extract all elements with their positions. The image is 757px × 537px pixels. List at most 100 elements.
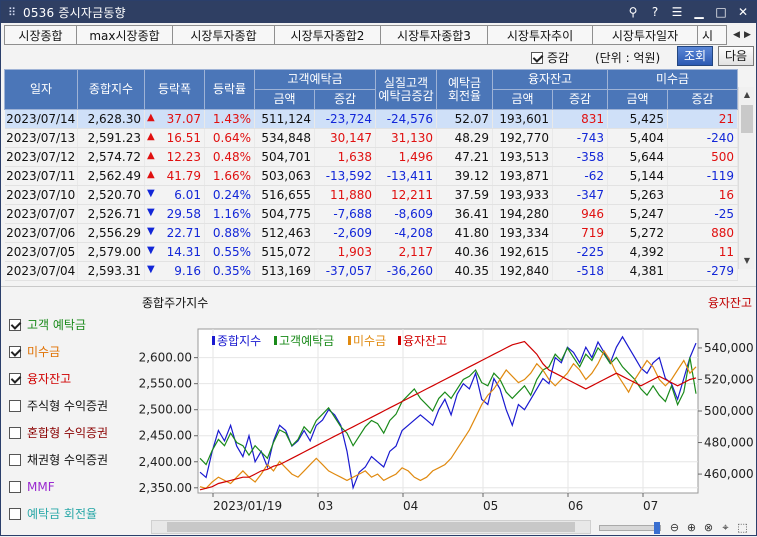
zoom-reset-icon[interactable]: ⊗ (701, 520, 716, 535)
window-grip-icon[interactable]: ⠿ (1, 6, 23, 19)
table-row[interactable]: 2023/07/14 2,628.30 ▲ 37.07 1.43% 511,124 -23,… (4, 109, 739, 129)
col-deposit-amount[interactable]: 금액 (254, 89, 315, 110)
table-row[interactable]: 2023/07/11 2,562.49 ▲ 41.79 1.66% 503,063 -13,… (4, 166, 739, 186)
select-tool-icon[interactable]: ⬚ (735, 520, 750, 535)
col-rate[interactable]: 등락률 (204, 69, 255, 110)
cell-credit-change-value: -347 (576, 188, 605, 202)
cell-real-deposit-value: 1,496 (398, 150, 434, 164)
table-row[interactable]: 2023/07/10 2,520.70 ▼ 6.01 0.24% 516,655 11,88… (4, 185, 739, 205)
query-button[interactable]: 조회 (677, 46, 713, 66)
tab-next-icon[interactable]: ▶ (742, 26, 753, 44)
checkbox-icon[interactable] (9, 399, 21, 412)
series-toggle[interactable]: 미수금 (9, 338, 129, 365)
checkbox-icon[interactable] (9, 480, 21, 493)
zoom-slider[interactable] (599, 521, 661, 534)
table-row[interactable]: 2023/07/12 2,574.72 ▲ 12.23 0.48% 504,701 1,63… (4, 147, 739, 167)
series-toggle[interactable]: 채권형 수익증권 (9, 446, 129, 473)
table-row[interactable]: 2023/07/13 2,591.23 ▲ 16.51 0.64% 534,848 30,1… (4, 128, 739, 148)
table-row[interactable]: 2023/07/05 2,579.00 ▼ 14.31 0.55% 515,072 1,90… (4, 242, 739, 262)
col-index[interactable]: 종합지수 (77, 69, 145, 110)
help-icon[interactable]: ? (646, 3, 664, 21)
scroll-up-icon[interactable]: ▲ (739, 87, 755, 103)
tab-market-summary[interactable]: 시장종합 (4, 25, 76, 45)
col-real-deposit[interactable]: 실질고객 예탁금증감 (375, 69, 438, 110)
cell-change: ▼ 29.58 (144, 204, 205, 224)
pane-divider[interactable] (1, 286, 756, 287)
tab-market-investment-date[interactable]: 시장투자일자 (592, 25, 697, 45)
table-row[interactable]: 2023/07/04 2,593.31 ▼ 9.16 0.35% 513,169 -37,0… (4, 261, 739, 281)
cell-rate: 1.16% (204, 204, 255, 224)
series-toggle[interactable]: 고객 예탁금 (9, 311, 129, 338)
x-tick-label: 07 (643, 499, 658, 513)
tab-market-investment-trend[interactable]: 시장투자추이 (487, 25, 592, 45)
cell-rate: 0.88% (204, 223, 255, 243)
close-icon[interactable]: ✕ (734, 3, 752, 21)
tab-market-investment-summary-2[interactable]: 시장투자종합2 (274, 25, 380, 45)
crosshair-icon[interactable]: ⌖ (718, 520, 733, 535)
col-turnover[interactable]: 예탁금 회전율 (436, 69, 494, 110)
cell-deposit-amount-value: 504,701 (261, 150, 311, 164)
table-scrollbar[interactable]: ▲ ▼ (738, 87, 754, 269)
table-row[interactable]: 2023/07/07 2,526.71 ▼ 29.58 1.16% 504,775 -7,6… (4, 204, 739, 224)
col-unpaid-change[interactable]: 증감 (667, 89, 739, 110)
y-left-tick-label: 2,400.00 (139, 455, 192, 469)
pin-icon[interactable]: ⚲ (624, 3, 642, 21)
series-toggle[interactable]: 주식형 수익증권 (9, 392, 129, 419)
cell-deposit-change: 11,880 (314, 185, 377, 205)
title-bar: ⠿ 0536 증시자금동향 ⚲ ? ☰ ▁ □ ✕ (1, 1, 756, 23)
menu-icon[interactable]: ☰ (668, 3, 686, 21)
series-toggle[interactable]: 혼합형 수익증권 (9, 419, 129, 446)
col-date[interactable]: 일자 (4, 69, 78, 110)
col-credit-change[interactable]: 증감 (552, 89, 609, 110)
zoom-tools: ⊖ ⊕ ⊗ ⌖ ⬚ (599, 520, 750, 535)
maximize-icon[interactable]: □ (712, 3, 730, 21)
zoom-in-icon[interactable]: ⊕ (684, 520, 699, 535)
cell-unpaid-change-value: 880 (711, 226, 735, 240)
checkbox-icon[interactable] (9, 345, 21, 358)
legend-marker (274, 336, 277, 345)
tab-market-investment-summary-3[interactable]: 시장투자종합3 (380, 25, 487, 45)
col-change[interactable]: 등락폭 (144, 69, 205, 110)
cell-change-value: 16.51 (166, 131, 201, 145)
series-toggle[interactable]: MMF (9, 473, 129, 500)
cell-deposit-change: 30,147 (314, 128, 377, 148)
cell-deposit-change-value: 11,880 (330, 188, 373, 202)
cell-real-deposit: 1,496 (375, 147, 438, 167)
tab-market-investment-summary[interactable]: 시장투자종합 (172, 25, 274, 45)
series-toggle[interactable]: 예탁금 회전율 (9, 500, 129, 527)
col-unpaid-amount[interactable]: 금액 (607, 89, 669, 110)
zoom-out-icon[interactable]: ⊖ (667, 520, 682, 535)
x-tick-label: 04 (403, 499, 418, 513)
next-button[interactable]: 다음 (718, 46, 754, 66)
checkbox-icon[interactable] (9, 426, 21, 439)
scroll-down-icon[interactable]: ▼ (739, 253, 755, 269)
cell-index-value: 2,520.70 (87, 188, 141, 202)
zoom-slider-knob[interactable] (654, 521, 660, 534)
tab-max-market-summary[interactable]: max시장종합 (76, 25, 172, 45)
cell-credit-amount: 193,334 (492, 223, 554, 243)
checkbox-icon[interactable] (9, 453, 21, 466)
series-toggle[interactable]: 융자잔고 (9, 365, 129, 392)
chart-scroll-thumb[interactable] (167, 522, 575, 532)
cell-deposit-change-value: 1,638 (337, 150, 373, 164)
col-credit-amount[interactable]: 금액 (492, 89, 554, 110)
scroll-thumb[interactable] (741, 105, 753, 133)
cell-date-value: 2023/07/11 (6, 169, 76, 183)
cell-index: 2,556.29 (77, 223, 145, 243)
y-left-tick-label: 2,500.00 (139, 403, 192, 417)
table-row[interactable]: 2023/07/06 2,556.29 ▼ 22.71 0.88% 512,463 -2,6… (4, 223, 739, 243)
cell-credit-amount: 194,280 (492, 204, 554, 224)
checkbox-icon[interactable] (9, 318, 21, 331)
cell-turnover-value: 41.80 (454, 226, 490, 240)
line-chart[interactable]: 2,350.00 2,400.00 2,450.00 2,500.00 2,550.00… (132, 311, 754, 537)
cell-rate-value: 1.43% (212, 112, 251, 126)
tab-overflow[interactable]: 시 (697, 25, 727, 45)
tab-prev-icon[interactable]: ◀ (731, 26, 742, 44)
col-deposit-change[interactable]: 증감 (313, 89, 377, 110)
cell-credit-change: -225 (552, 242, 609, 262)
checkbox-icon[interactable] (9, 372, 21, 385)
minimize-icon[interactable]: ▁ (690, 3, 708, 21)
chart-scrollbar[interactable] (151, 520, 591, 534)
checkbox-icon[interactable] (9, 507, 21, 520)
change-checkbox[interactable] (531, 50, 543, 64)
